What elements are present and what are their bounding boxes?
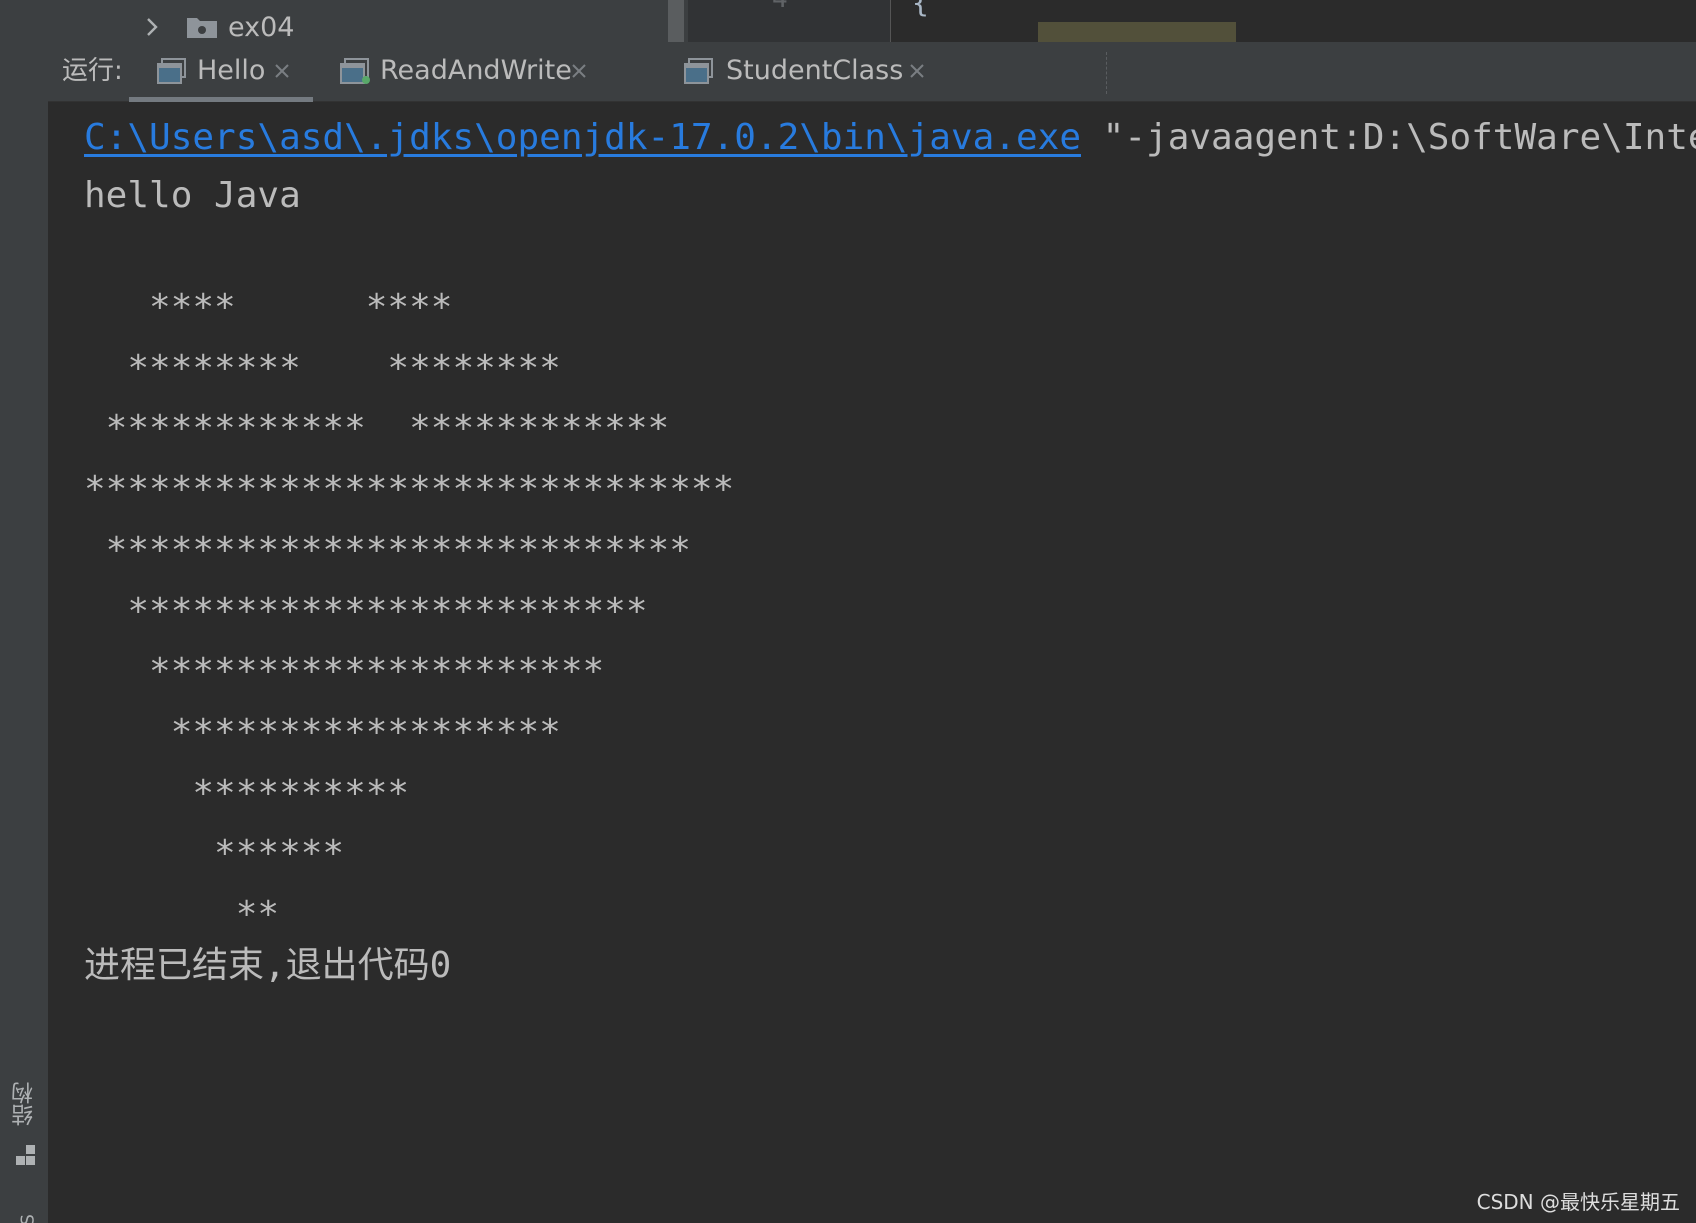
csdn-watermark: CSDN @最快乐星期五 <box>1476 1190 1680 1214</box>
run-tab-label: StudentClass <box>726 55 904 86</box>
folder-icon <box>187 18 217 38</box>
exit-message: 进程已结束,退出代码0 <box>84 945 452 986</box>
close-icon[interactable] <box>273 62 291 80</box>
project-tree-folder-ex04[interactable]: ex04 <box>228 12 294 42</box>
chevron-right-icon[interactable] <box>144 16 160 38</box>
heart-line: ****** <box>84 833 345 875</box>
command-line: C:\Users\asd\.jdks\openjdk-17.0.2\bin\ja… <box>84 116 1696 160</box>
run-tab-label: ReadAndWrite <box>380 55 572 86</box>
line-number: 4 <box>772 0 788 14</box>
code-highlight <box>1038 22 1236 42</box>
run-tab-readandwrite[interactable]: ReadAndWrite <box>338 42 608 102</box>
heart-line: ************************ <box>84 590 648 632</box>
editor-area[interactable]: 4 { <box>688 0 1696 42</box>
tab-divider <box>1106 52 1108 94</box>
console-window-icon <box>157 58 186 84</box>
structure-tool-label[interactable]: 结构 <box>12 1082 38 1126</box>
run-tab-hello[interactable]: Hello <box>129 42 313 102</box>
heart-line: ********************* <box>84 651 605 693</box>
close-icon[interactable] <box>908 62 926 80</box>
editor-gutter: 4 <box>688 0 891 42</box>
heart-line: ****************************** <box>84 469 735 511</box>
close-icon[interactable] <box>570 62 588 80</box>
partial-tool-label[interactable]: S <box>18 1206 39 1223</box>
greeting-output: hello Java <box>84 175 301 216</box>
console-window-running-icon <box>340 58 370 84</box>
console-window-icon <box>684 58 713 84</box>
console-output[interactable]: C:\Users\asd\.jdks\openjdk-17.0.2\bin\ja… <box>48 102 1696 1223</box>
heart-line: ****************** <box>84 711 561 753</box>
code-fragment: { <box>912 0 929 19</box>
top-strip: ex04 4 { <box>48 0 1696 42</box>
run-tab-studentclass[interactable]: StudentClass <box>684 42 964 102</box>
heart-line: ********** <box>84 772 410 814</box>
heart-line: ************ ************ <box>84 408 670 450</box>
heart-line: ******** ******** <box>84 347 561 389</box>
heart-line: ** <box>84 894 280 935</box>
java-exe-link[interactable]: C:\Users\asd\.jdks\openjdk-17.0.2\bin\ja… <box>84 117 1081 158</box>
heart-line: **** **** <box>84 287 453 328</box>
left-tool-stripe: 结构 S <box>0 0 49 1223</box>
structure-icon[interactable] <box>15 1144 37 1166</box>
run-tab-label: Hello <box>197 55 266 86</box>
heart-line: *************************** <box>84 529 691 571</box>
command-args: "-javaagent:D:\SoftWare\IntelliJ IDEA\li… <box>1102 117 1696 158</box>
run-window-label: 运行: <box>62 56 123 86</box>
run-tab-bar: 运行: Hello ReadAndWrite StudentClass <box>48 42 1696 102</box>
project-scrollbar[interactable] <box>668 0 684 42</box>
